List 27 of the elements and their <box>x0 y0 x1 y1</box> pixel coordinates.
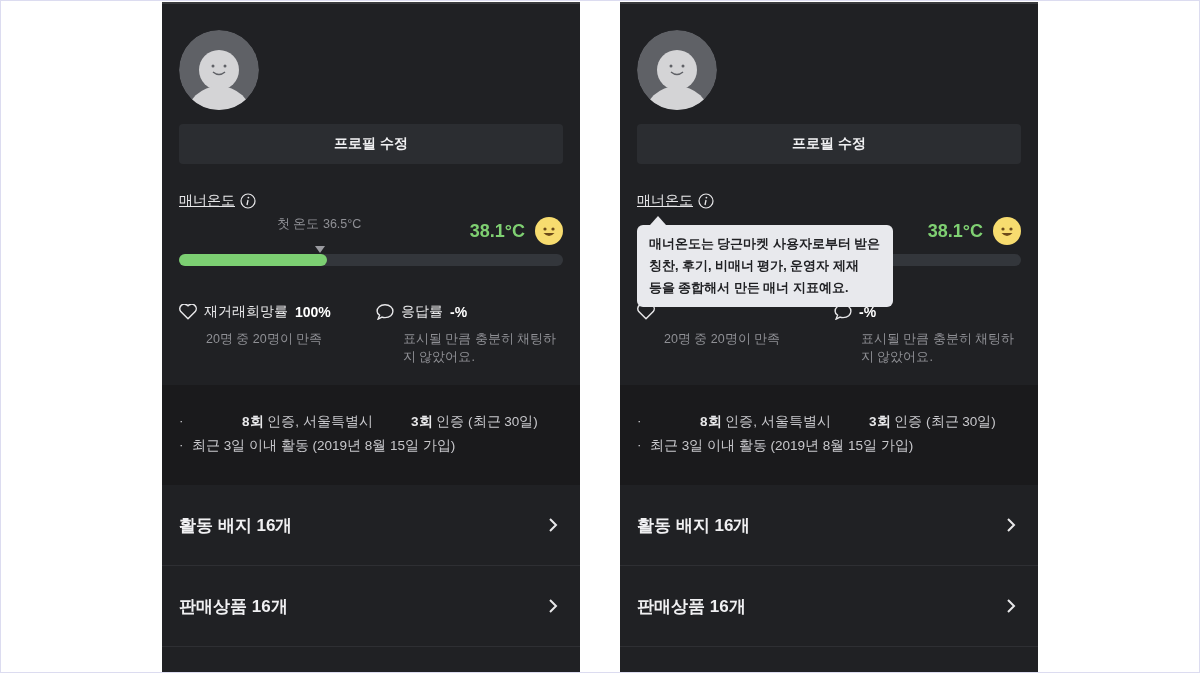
stat-description: 20명 중 20명이 만족 <box>664 331 782 348</box>
stat-description: 표시될 만큼 충분히 채팅하지 않았어요. <box>403 331 558 366</box>
edit-profile-button[interactable]: 프로필 수정 <box>179 124 563 164</box>
stat-value: 100% <box>295 304 331 320</box>
stat-description: 표시될 만큼 충분히 채팅하지 않았어요. <box>861 331 1016 366</box>
temperature-value: 38.1°C <box>469 220 525 242</box>
temperature-value: 38.1°C <box>927 220 983 242</box>
info-text: 최근 3일 이내 활동 (2019년 8월 15일 가입) <box>192 437 456 455</box>
info-text: 8회 인증, 서울특별시 <box>242 413 374 431</box>
info-text: 3회 인증 (최근 30일) <box>411 413 538 431</box>
info-text: 8회 인증, 서울특별시 <box>700 413 832 431</box>
stat-label: 재거래희망률 <box>204 303 288 321</box>
bullet-mark: · <box>179 413 185 430</box>
stat-description: 20명 중 20명이 만족 <box>206 331 324 348</box>
tooltip: 매너온도는 당근마켓 사용자로부터 받은 칭찬, 후기, 비매너 평가, 운영자 제재 등을 종합해서 만든 매너 지표예요. <box>637 225 893 307</box>
bullet-mark: · <box>637 437 643 454</box>
first-temperature: 첫 온도 36.5°C <box>276 216 363 233</box>
bullet-mark: · <box>637 413 643 430</box>
stat-label: 응답률 <box>401 303 443 321</box>
stat-value: -% <box>450 304 468 320</box>
edit-profile-button[interactable]: 프로필 수정 <box>637 124 1021 164</box>
bullet-mark: · <box>179 437 185 454</box>
info-text: 3회 인증 (최근 30일) <box>869 413 996 431</box>
manner-temperature-label[interactable]: 매너온도 <box>637 192 693 210</box>
manner-temperature-label[interactable]: 매너온도 <box>179 192 235 210</box>
stat-value: -% <box>859 304 877 320</box>
info-text: 최근 3일 이내 활동 (2019년 8월 15일 가입) <box>650 437 914 455</box>
